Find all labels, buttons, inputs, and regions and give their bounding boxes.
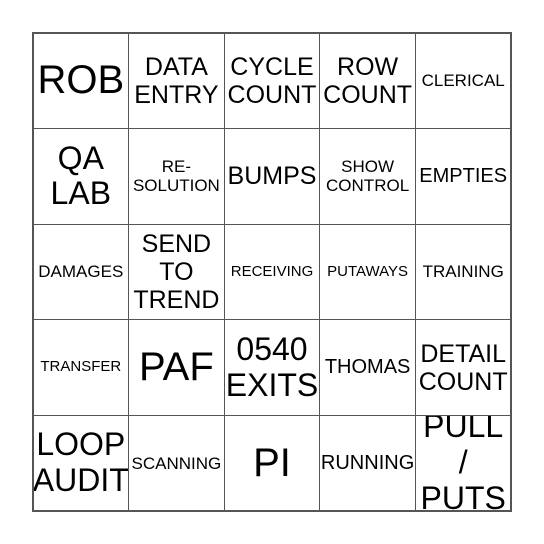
bingo-cell[interactable]: PI: [223, 414, 321, 512]
bingo-cell-label: BUMPS: [227, 162, 317, 191]
bingo-cell-label: DATA ENTRY: [134, 52, 219, 109]
bingo-cell-label: DAMAGES: [38, 262, 124, 282]
bingo-cell[interactable]: TRANSFER: [32, 319, 130, 416]
bingo-cell[interactable]: RE- SOLUTION: [128, 128, 225, 225]
bingo-cell-label: SHOW CONTROL: [326, 157, 410, 196]
bingo-cell-label: RE- SOLUTION: [132, 157, 220, 196]
bingo-cell[interactable]: RUNNING: [319, 414, 416, 512]
bingo-cell-label: PAF: [138, 345, 214, 390]
bingo-cell-label: 0540 EXITS: [225, 330, 319, 403]
bingo-cell[interactable]: DETAIL COUNT: [414, 319, 512, 416]
bingo-cell-label: PULL / PUTS: [420, 414, 506, 512]
bingo-cell[interactable]: SCANNING: [128, 414, 225, 512]
bingo-cell[interactable]: PULL / PUTS: [414, 414, 512, 512]
bingo-cell[interactable]: ROB: [32, 32, 130, 130]
bingo-cell[interactable]: CYCLE COUNT: [223, 32, 321, 130]
bingo-cell[interactable]: 0540 EXITS: [223, 319, 321, 416]
bingo-cell-label: TRANSFER: [40, 358, 122, 376]
bingo-cell-label: TRAINING: [422, 262, 504, 282]
bingo-cell-label: ROB: [37, 58, 125, 103]
bingo-cell-label: CLERICAL: [421, 71, 505, 91]
bingo-cell-label: SEND TO TREND: [133, 229, 220, 314]
bingo-cell[interactable]: PAF: [128, 319, 225, 416]
bingo-cell[interactable]: SHOW CONTROL: [319, 128, 416, 225]
bingo-cell-label: CYCLE COUNT: [227, 52, 317, 109]
bingo-cell-label: QA LAB: [50, 139, 112, 212]
bingo-cell[interactable]: ROW COUNT: [319, 32, 416, 130]
bingo-cell-label: THOMAS: [324, 356, 411, 379]
bingo-cell[interactable]: THOMAS: [319, 319, 416, 416]
bingo-cell-label: SCANNING: [131, 453, 222, 473]
bingo-cell[interactable]: DATA ENTRY: [128, 32, 225, 130]
bingo-cell-label: ROW COUNT: [323, 52, 413, 109]
bingo-cell-label: RUNNING: [320, 451, 415, 474]
bingo-cell-label: PI: [253, 440, 291, 485]
bingo-cell-label: EMPTIES: [419, 165, 508, 188]
bingo-cell-label: DETAIL COUNT: [418, 339, 508, 396]
bingo-cell-label: RECEIVING: [230, 262, 314, 280]
bingo-card: ROB DATA ENTRY CYCLE COUNT ROW COUNT CLERICAL QA…: [32, 32, 512, 512]
bingo-cell[interactable]: BUMPS: [223, 128, 321, 225]
bingo-cell-label: PUTAWAYS: [327, 262, 409, 280]
bingo-cell[interactable]: QA LAB: [32, 128, 130, 225]
bingo-cell[interactable]: RECEIVING: [223, 223, 321, 321]
bingo-cell[interactable]: LOOP AUDIT: [32, 414, 130, 512]
bingo-cell-label: LOOP AUDIT: [32, 426, 129, 499]
bingo-cell[interactable]: EMPTIES: [414, 128, 512, 225]
bingo-cell[interactable]: TRAINING: [414, 223, 512, 321]
bingo-cell[interactable]: SEND TO TREND: [128, 223, 225, 321]
bingo-cell[interactable]: PUTAWAYS: [319, 223, 416, 321]
bingo-cell[interactable]: CLERICAL: [414, 32, 512, 130]
bingo-cell[interactable]: DAMAGES: [32, 223, 130, 321]
